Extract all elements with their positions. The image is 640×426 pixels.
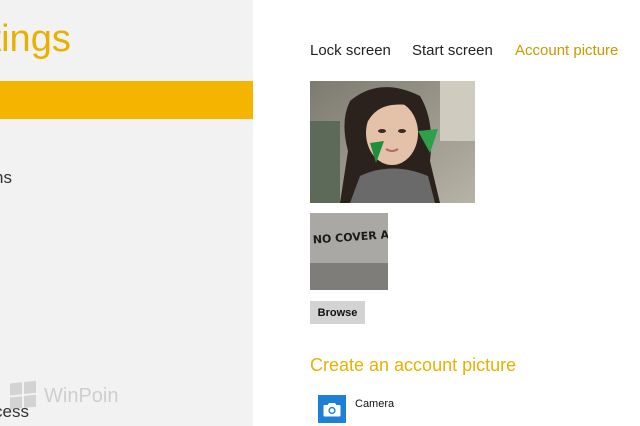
- tab-lock-screen[interactable]: Lock screen: [310, 42, 391, 59]
- tab-start-screen[interactable]: Start screen: [412, 42, 493, 59]
- camera-label: Camera: [355, 398, 395, 410]
- portrait-photo: [310, 81, 475, 203]
- tab-account-picture[interactable]: Account picture: [515, 42, 618, 59]
- page-title: ttings: [0, 18, 71, 60]
- camera-option[interactable]: Camera: [318, 395, 394, 423]
- watermark: WinPoin: [10, 380, 119, 412]
- no-cover-image: NO COVER AVAIBLE: [310, 213, 388, 290]
- previous-account-picture[interactable]: NO COVER AVAIBLE: [310, 213, 388, 290]
- windows-logo-icon: [10, 380, 38, 412]
- selected-nav-item[interactable]: [0, 81, 253, 119]
- settings-pane: ttings ns cess WinPoin: [0, 0, 253, 426]
- watermark-text: WinPoin: [44, 384, 119, 407]
- browse-button[interactable]: Browse: [310, 301, 365, 324]
- nav-item[interactable]: ns: [0, 168, 12, 188]
- camera-icon: [323, 402, 341, 416]
- current-account-picture: [310, 81, 475, 203]
- camera-tile[interactable]: [318, 395, 346, 423]
- create-account-picture-heading: Create an account picture: [310, 355, 517, 375]
